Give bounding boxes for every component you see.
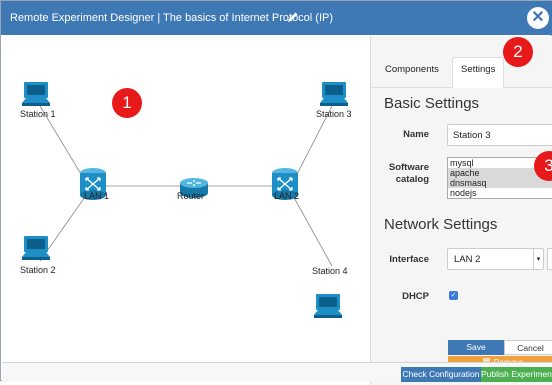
name-label: Name [403,129,429,140]
check-configuration-button[interactable]: Check Configuration [401,367,481,382]
tab-settings[interactable]: Settings [452,57,505,88]
interface-select[interactable]: LAN 2 ▾ [447,248,544,270]
settings-panel: Components Settings Basic Settings Name … [370,36,552,385]
cancel-button[interactable]: Cancel [504,340,552,355]
lan2-label: LAN 2 [274,191,300,201]
basic-settings-title: Basic Settings [384,95,480,112]
name-input[interactable]: Station 3 [447,124,552,146]
title-bar: Remote Experiment Designer | The basics … [1,1,552,35]
station4-label: Station 4 [312,266,348,276]
edit-pencil-icon[interactable] [286,10,300,24]
tab-components[interactable]: Components [377,58,447,81]
software-label-line1: Software [388,162,429,173]
chevron-down-icon: ▾ [533,249,543,269]
bottom-action-bar: Check Configuration Publish Experiment [2,362,552,382]
network-settings-title: Network Settings [384,216,498,233]
computer-icon-station3 [320,82,348,106]
computer-icon-station1 [22,82,50,106]
interface-label: Interface [389,254,429,265]
interface-edit-button[interactable]: E [547,248,552,270]
experiment-designer-window: Remote Experiment Designer | The basics … [0,0,552,385]
badge-1: 1 [112,88,142,118]
software-label-line2: catalog [395,174,429,185]
computer-icon-station4 [314,294,342,318]
software-option-nodejs[interactable]: nodejs [448,188,552,198]
publish-experiment-button[interactable]: Publish Experiment [481,367,552,382]
computer-icon-station2 [22,236,50,260]
save-button[interactable]: Save [448,340,504,355]
close-icon: ✕ [531,9,545,26]
interface-value: LAN 2 [454,254,481,265]
dhcp-checkbox[interactable]: ✓ [449,291,458,300]
link-lan2-station4 [291,193,333,267]
station3-label: Station 3 [316,109,352,119]
topology-canvas[interactable]: Station 1 LAN 1 Station 2 Router LAN 2 S… [2,36,370,385]
router-label: Router [177,191,205,201]
window-title: Remote Experiment Designer | The basics … [10,12,334,24]
software-option-dnsmasq[interactable]: dnsmasq [448,178,552,188]
close-button[interactable]: ✕ [527,7,549,29]
station1-label: Station 1 [20,109,56,119]
dhcp-label: DHCP [402,291,429,302]
lan1-label: LAN 1 [84,191,110,201]
badge-2: 2 [503,37,533,67]
station2-label: Station 2 [20,265,56,275]
